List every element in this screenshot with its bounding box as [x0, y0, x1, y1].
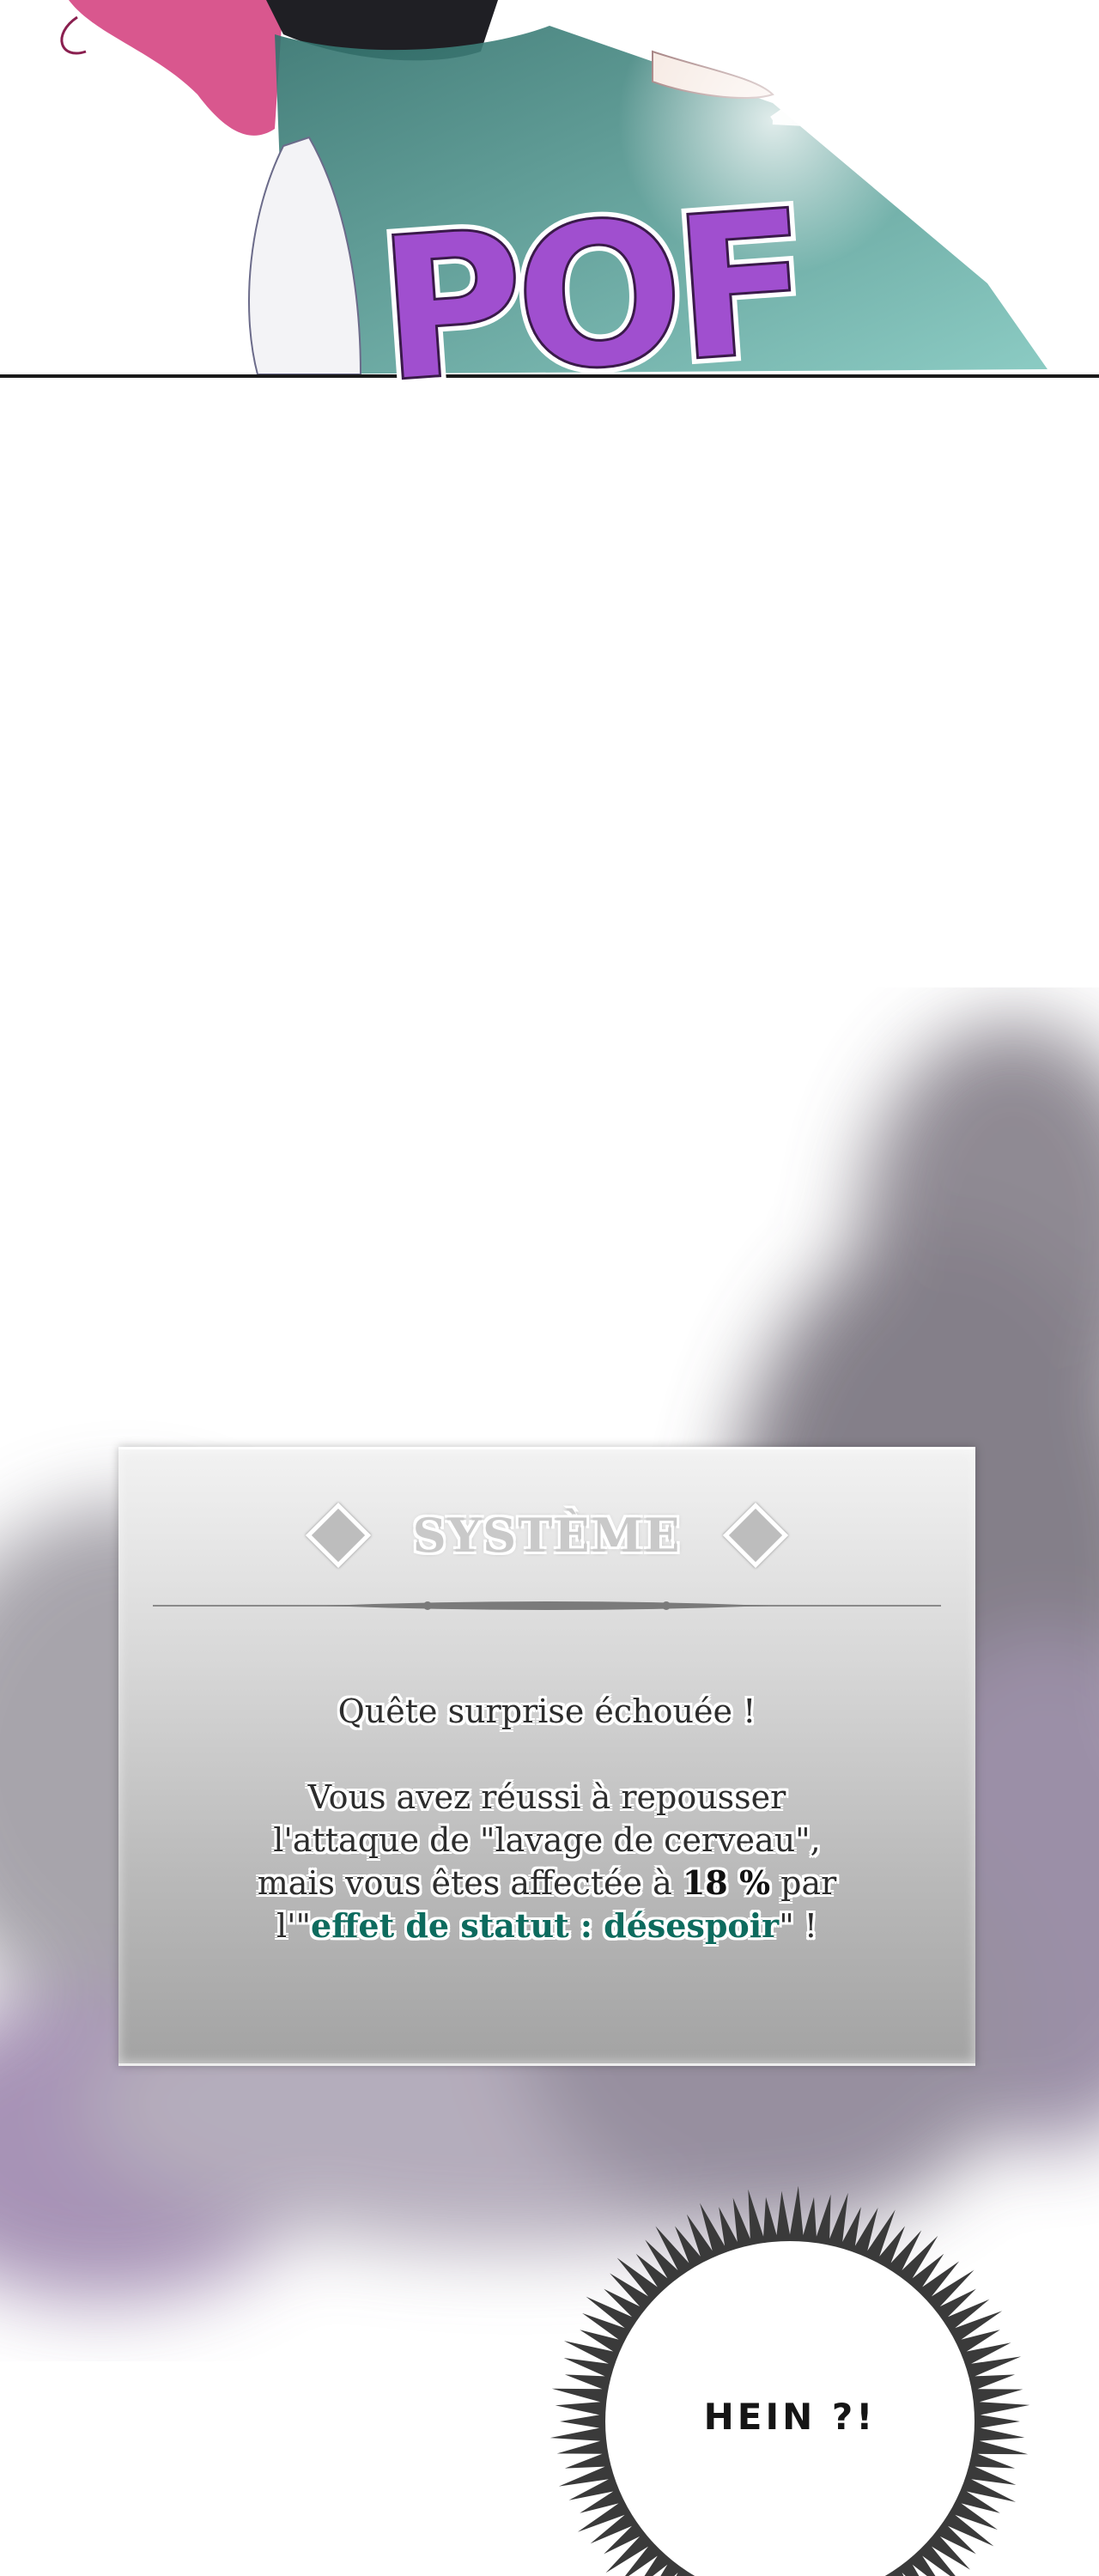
quest-status: Quête surprise échouée !	[337, 1692, 756, 1730]
system-title: SYSTÈME	[412, 1508, 682, 1563]
message-line: Vous avez réussi à repousser	[307, 1778, 786, 1816]
sound-effect-outline: POF	[372, 168, 809, 427]
system-message: Quête surprise échouée ! Vous avez réuss…	[118, 1690, 975, 1947]
diamond-ornament-icon	[305, 1502, 371, 1569]
percentage-value: 18 %	[682, 1863, 771, 1902]
message-text: l'"	[276, 1907, 312, 1945]
sound-effect-pof: POF POF	[369, 162, 815, 433]
system-notification-window: SYSTÈME Quête surprise échouée ! Vous av…	[118, 1447, 975, 2066]
speech-bubble-text: HEIN ?!	[703, 2396, 877, 2438]
spiky-speech-bubble	[550, 2185, 1030, 2576]
message-text: mais vous êtes affectée à	[257, 1864, 683, 1902]
message-line: l'"effet de statut : désespoir" !	[118, 1905, 975, 1947]
diamond-ornament-icon	[723, 1502, 789, 1569]
message-text: " !	[779, 1907, 818, 1945]
system-header: SYSTÈME	[118, 1502, 975, 1569]
status-effect-name: effet de statut : désespoir	[311, 1906, 780, 1945]
message-text: par	[770, 1864, 837, 1902]
message-line: l'attaque de "lavage de cerveau",	[273, 1821, 821, 1859]
message-line: mais vous êtes affectée à 18 % par	[118, 1862, 975, 1905]
ornamental-divider	[153, 1601, 941, 1610]
